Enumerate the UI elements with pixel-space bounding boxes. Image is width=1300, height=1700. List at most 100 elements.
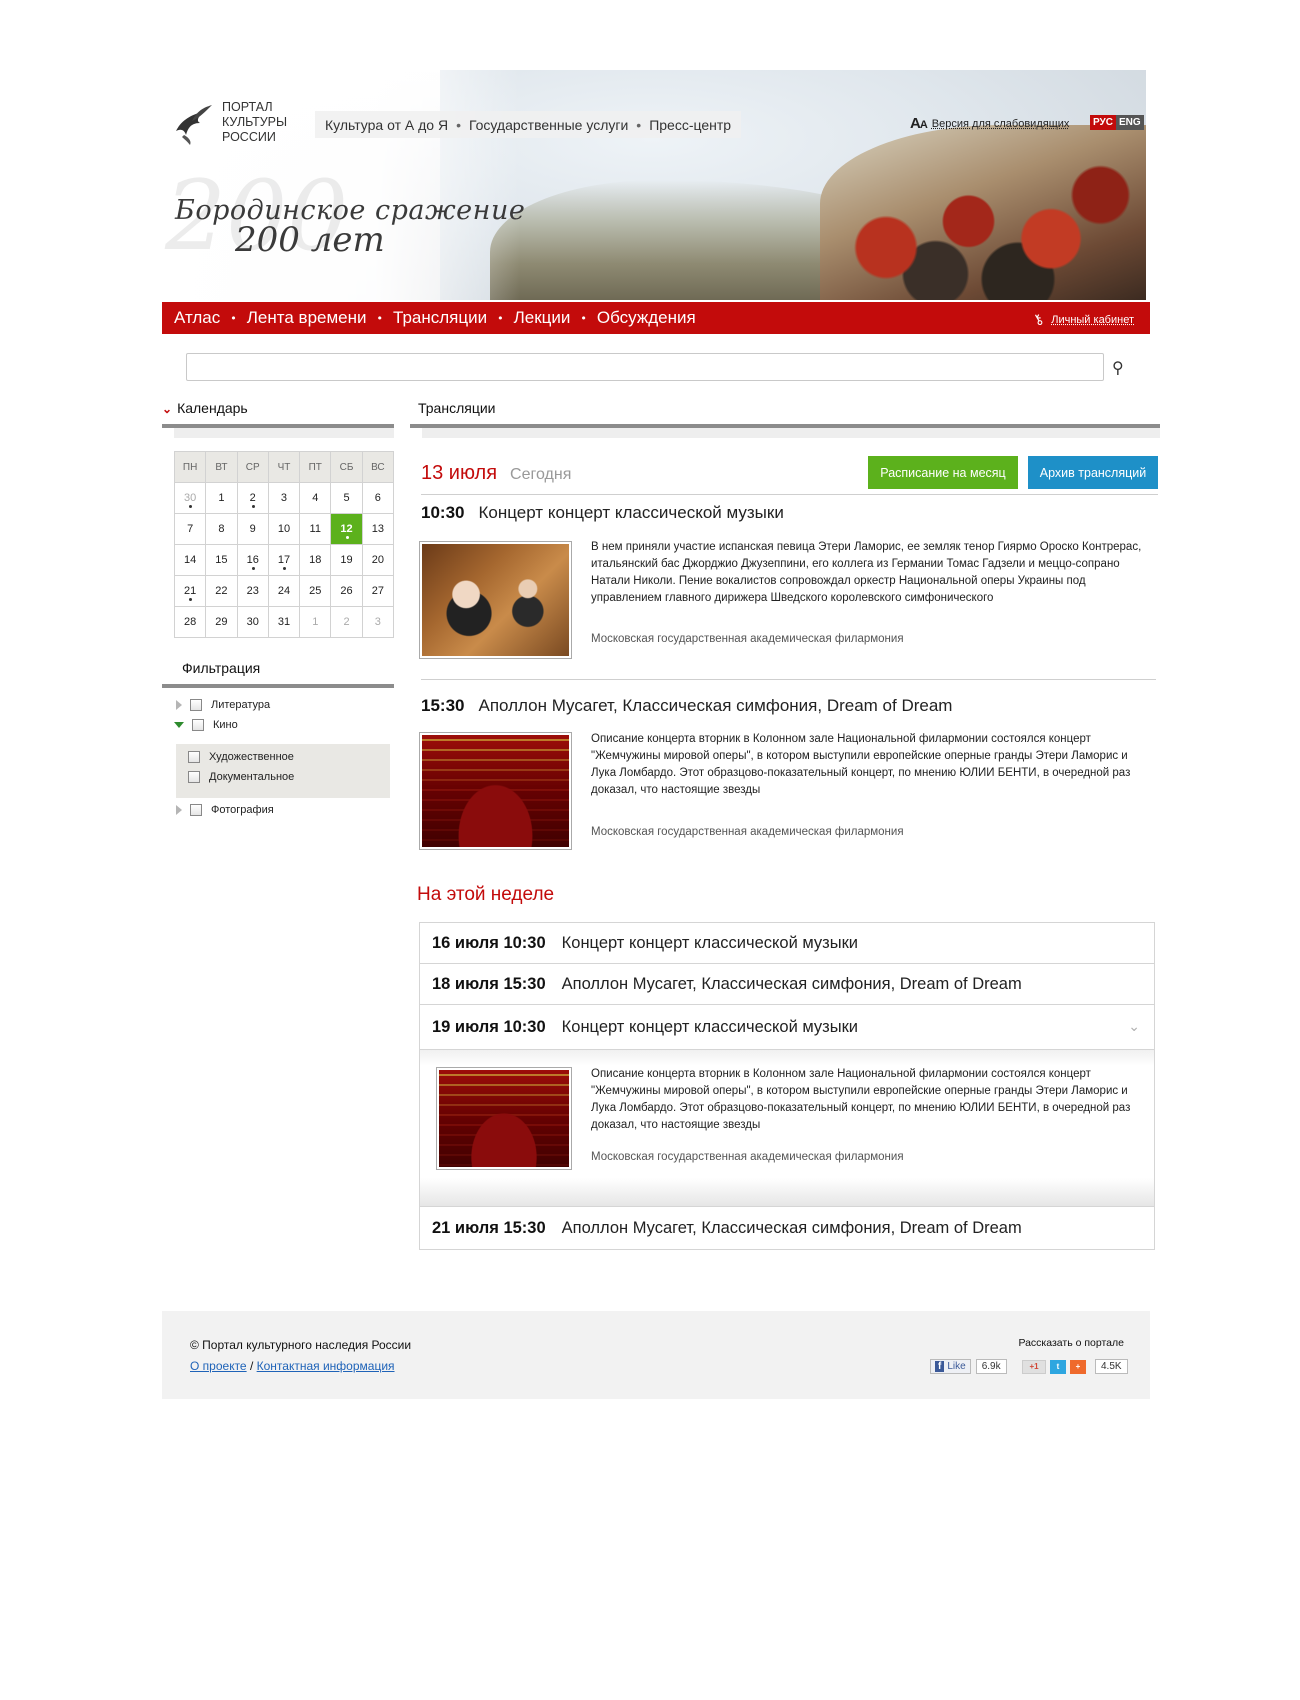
calendar-day[interactable]: 2: [330, 606, 363, 638]
calendar-day[interactable]: 31: [267, 606, 301, 638]
language-switcher: РУС ENG: [1090, 115, 1144, 130]
personal-cabinet-link[interactable]: ⚷ Личный кабинет: [1029, 310, 1134, 329]
calendar-day[interactable]: 10: [267, 513, 301, 545]
footer-links: О проекте / Контактная информация: [190, 1359, 395, 1373]
calendar-day[interactable]: 19: [330, 544, 363, 576]
google-plus-icon[interactable]: +1: [1022, 1359, 1046, 1374]
divider: [421, 679, 1156, 680]
nav-timeline[interactable]: Лента времени: [247, 308, 367, 328]
month-schedule-button[interactable]: Расписание на месяц: [868, 456, 1018, 489]
nav-discussions[interactable]: Обсуждения: [597, 308, 696, 328]
calendar-day[interactable]: 20: [361, 544, 395, 576]
calendar-day[interactable]: 30: [236, 606, 269, 638]
calendar-day[interactable]: 21: [173, 575, 207, 607]
event-title-row[interactable]: 10:30 Концерт концерт классической музык…: [421, 503, 784, 523]
event-thumbnail[interactable]: [436, 1067, 572, 1170]
portal-logo[interactable]: ПОРТАЛ КУЛЬТУРЫ РОССИИ: [170, 100, 287, 145]
low-vision-link[interactable]: Версия для слабовидящих: [932, 118, 1070, 130]
lang-en[interactable]: ENG: [1115, 115, 1144, 130]
calendar-week: 28 29 30 31 1 2 3: [173, 606, 395, 638]
chevron-down-icon[interactable]: ⌄: [1128, 1018, 1140, 1035]
week-item[interactable]: 21 июля 15:30 Аполлон Мусагет, Классичес…: [420, 1208, 1154, 1249]
accessibility-toggle[interactable]: АА Версия для слабовидящих: [910, 115, 1069, 132]
filter-fiction[interactable]: Художественное: [188, 751, 294, 763]
filter-photo[interactable]: Фотография: [176, 804, 274, 816]
calendar-day[interactable]: 2: [236, 482, 269, 514]
event-venue: Московская государственная академическая…: [591, 1151, 904, 1163]
calendar-day[interactable]: 18: [299, 544, 332, 576]
calendar-day[interactable]: 26: [330, 575, 363, 607]
checkbox[interactable]: [188, 751, 200, 763]
weekday-label: ВТ: [205, 451, 238, 483]
event-thumbnail[interactable]: [419, 732, 572, 850]
topnav-gov-services[interactable]: Государственные услуги: [469, 117, 628, 133]
search-input[interactable]: [186, 353, 1104, 381]
calendar-day[interactable]: 29: [205, 606, 238, 638]
facebook-like: f Like 6.9k: [930, 1359, 1007, 1374]
calendar-day[interactable]: 14: [173, 544, 207, 576]
event-description: Описание концерта вторник в Колонном зал…: [591, 733, 1131, 796]
calendar-day[interactable]: 1: [205, 482, 238, 514]
copyright: © Портал культурного наследия России: [190, 1338, 412, 1352]
filter-literature[interactable]: Литература: [176, 699, 270, 711]
calendar-day[interactable]: 25: [299, 575, 332, 607]
filter-header: Фильтрация: [162, 660, 394, 688]
search-icon[interactable]: ⚲: [1112, 358, 1124, 377]
calendar-day[interactable]: 4: [299, 482, 332, 514]
calendar-day[interactable]: 13: [361, 513, 395, 545]
contacts-link[interactable]: Контактная информация: [257, 1359, 395, 1373]
week-item-expanded[interactable]: 19 июля 10:30 Концерт концерт классическ…: [420, 1006, 1154, 1050]
checkbox[interactable]: [188, 771, 200, 783]
topnav-press-center[interactable]: Пресс-центр: [649, 117, 731, 133]
calendar-day[interactable]: 15: [205, 544, 238, 576]
calendar-day[interactable]: 16: [236, 544, 269, 576]
twitter-icon[interactable]: t: [1050, 1359, 1066, 1374]
divider: [421, 494, 1158, 495]
calendar-day-today[interactable]: 12: [330, 513, 363, 545]
calendar-day[interactable]: 6: [361, 482, 395, 514]
calendar-day[interactable]: 11: [299, 513, 332, 545]
expand-arrow-icon[interactable]: [176, 805, 182, 815]
share-plus-icon[interactable]: +: [1070, 1359, 1086, 1374]
calendar-header[interactable]: ⌄ Календарь: [162, 400, 394, 438]
checkbox[interactable]: [190, 804, 202, 816]
event-description: В нем приняли участие испанская певица Э…: [591, 541, 1142, 604]
filter-documentary[interactable]: Документальное: [188, 771, 294, 783]
calendar-day[interactable]: 22: [205, 575, 238, 607]
event-title-row[interactable]: 15:30 Аполлон Мусагет, Классическая симф…: [421, 696, 952, 716]
calendar-day[interactable]: 5: [330, 482, 363, 514]
broadcast-archive-button[interactable]: Архив трансляций: [1028, 456, 1158, 489]
calendar-day[interactable]: 27: [361, 575, 395, 607]
calendar-week: 14 15 16 17 18 19 20: [173, 544, 395, 576]
calendar-day[interactable]: 17: [267, 544, 301, 576]
filter-cinema[interactable]: Кино: [174, 719, 238, 731]
calendar-day[interactable]: 24: [267, 575, 301, 607]
weekday-label: СБ: [330, 451, 363, 483]
calendar-day[interactable]: 28: [173, 606, 207, 638]
facebook-like-button[interactable]: f Like: [930, 1359, 971, 1374]
nav-lectures[interactable]: Лекции: [514, 308, 571, 328]
collapse-arrow-icon[interactable]: [174, 722, 184, 728]
calendar-day[interactable]: 9: [236, 513, 269, 545]
event-thumbnail[interactable]: [419, 541, 572, 659]
calendar-day[interactable]: 30: [173, 482, 207, 514]
calendar-day[interactable]: 1: [299, 606, 332, 638]
calendar-day[interactable]: 3: [361, 606, 395, 638]
about-link[interactable]: О проекте: [190, 1359, 247, 1373]
calendar-day[interactable]: 7: [173, 513, 207, 545]
calendar-day[interactable]: 8: [205, 513, 238, 545]
calendar-day[interactable]: 23: [236, 575, 269, 607]
topnav-culture-a-z[interactable]: Культура от А до Я: [325, 117, 448, 133]
calendar-day[interactable]: 3: [267, 482, 301, 514]
checkbox[interactable]: [190, 699, 202, 711]
checkbox[interactable]: [192, 719, 204, 731]
event-venue: Московская государственная академическая…: [591, 633, 904, 645]
lang-ru[interactable]: РУС: [1090, 115, 1116, 130]
nav-atlas[interactable]: Атлас: [174, 308, 220, 328]
nav-broadcasts[interactable]: Трансляции: [393, 308, 487, 328]
expand-arrow-icon[interactable]: [176, 700, 182, 710]
conductor-photo: [422, 544, 569, 656]
week-item[interactable]: 18 июля 15:30 Аполлон Мусагет, Классичес…: [420, 964, 1154, 1005]
hero-title: Бородинское сражение 200 лет: [175, 195, 526, 260]
week-item[interactable]: 16 июля 10:30 Концерт концерт классическ…: [420, 923, 1154, 964]
